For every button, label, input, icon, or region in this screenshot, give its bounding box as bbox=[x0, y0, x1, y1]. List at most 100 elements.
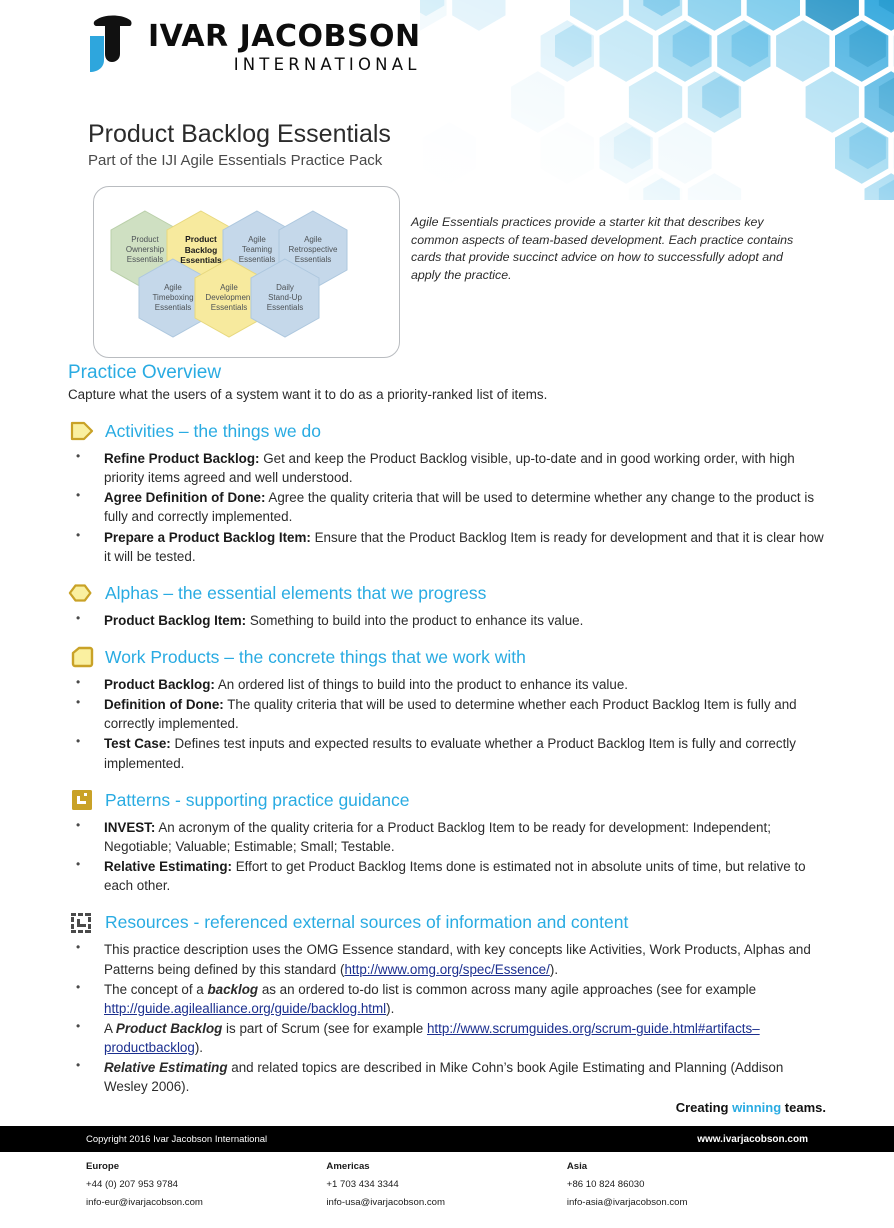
contact-region: Europe bbox=[86, 1158, 326, 1176]
section-title: Activities – the things we do bbox=[105, 423, 321, 441]
emphasis-term: backlog bbox=[207, 982, 258, 997]
company-logo: IVAR JACOBSON INTERNATIONAL bbox=[86, 14, 421, 74]
section-patterns: Patterns - supporting practice guidance I… bbox=[68, 787, 826, 896]
list-item-term: Relative Estimating: bbox=[104, 859, 232, 874]
sections-host: Activities – the things we do Refine Prod… bbox=[68, 418, 826, 896]
list-item: This practice description uses the OMG E… bbox=[68, 940, 826, 978]
list-item-term: Definition of Done: bbox=[104, 697, 224, 712]
resource-text: ). bbox=[195, 1040, 203, 1055]
tagline-post: teams. bbox=[781, 1100, 826, 1115]
list-item: Relative Estimating: Effort to get Produ… bbox=[68, 857, 826, 895]
section-resources: Resources - referenced external sources … bbox=[68, 909, 826, 1096]
section-activities: Activities – the things we do Refine Prod… bbox=[68, 418, 826, 566]
list-item-term: Prepare a Product Backlog Item: bbox=[104, 530, 311, 545]
section-header: Patterns - supporting practice guidance bbox=[68, 787, 826, 814]
list-item: Product Backlog Item: Something to build… bbox=[68, 611, 826, 630]
list-item: Product Backlog: An ordered list of thin… bbox=[68, 675, 826, 694]
section-work-products: Work Products – the concrete things that… bbox=[68, 644, 826, 773]
resource-link[interactable]: http://www.omg.org/spec/Essence/ bbox=[344, 962, 549, 977]
contact-region: Asia bbox=[567, 1158, 807, 1176]
list-item-description: Something to build into the product to e… bbox=[246, 613, 583, 628]
list-item: INVEST: An acronym of the quality criter… bbox=[68, 818, 826, 856]
list-item: Prepare a Product Backlog Item: Ensure t… bbox=[68, 528, 826, 566]
footer-contacts: Europe +44 (0) 207 953 9784 info-eur@ivarj… bbox=[0, 1158, 894, 1213]
footer-bar: Copyright 2016 Ivar Jacobson Internation… bbox=[0, 1126, 894, 1152]
section-bullet-list: Product Backlog: An ordered list of thin… bbox=[68, 675, 826, 773]
practice-hexagon-grid: Product Ownership Essentials Product Backlog… bbox=[94, 187, 399, 357]
list-item: Refine Product Backlog: Get and keep the… bbox=[68, 449, 826, 487]
contact-column-europe: Europe +44 (0) 207 953 9784 info-eur@ivarj… bbox=[86, 1158, 326, 1213]
section-header: Work Products – the concrete things that… bbox=[68, 644, 826, 671]
practice-pack-panel: Product Ownership Essentials Product Backlog… bbox=[93, 186, 400, 358]
resource-link[interactable]: http://guide.agilealliance.org/guide/bac… bbox=[104, 1001, 386, 1016]
resource-text: as an ordered to-do list is common acros… bbox=[258, 982, 756, 997]
page-header: IVAR JACOBSON INTERNATIONAL bbox=[0, 0, 894, 110]
section-bullet-list: INVEST: An acronym of the quality criter… bbox=[68, 818, 826, 896]
section-header: Resources - referenced external sources … bbox=[68, 909, 826, 936]
list-item-term: INVEST: bbox=[104, 820, 155, 835]
contact-column-americas: Americas +1 703 434 3344 info-usa@ivarjaco… bbox=[326, 1158, 566, 1213]
list-item-term: Refine Product Backlog: bbox=[104, 451, 260, 466]
contact-email[interactable]: info-eur@ivarjacobson.com bbox=[86, 1194, 326, 1212]
contact-email[interactable]: info-usa@ivarjacobson.com bbox=[326, 1194, 566, 1212]
logo-subtitle: INTERNATIONAL bbox=[148, 57, 421, 74]
practice-hexagon-label: Daily Stand-Up Essentials bbox=[248, 257, 322, 339]
section-title: Work Products – the concrete things that… bbox=[105, 649, 526, 667]
activity-pentagon-icon bbox=[68, 419, 96, 443]
section-alphas: Alphas – the essential elements that we … bbox=[68, 580, 826, 630]
section-header: Activities – the things we do bbox=[68, 418, 826, 445]
footer-copyright: Copyright 2016 Ivar Jacobson Internation… bbox=[86, 1134, 267, 1145]
section-title: Resources - referenced external sources … bbox=[105, 914, 628, 932]
section-title: Patterns - supporting practice guidance bbox=[105, 792, 409, 810]
alpha-capsule-icon bbox=[68, 581, 96, 605]
emphasis-term: Relative Estimating bbox=[104, 1060, 228, 1075]
practice-overview-block: Practice Overview Capture what the users… bbox=[68, 362, 826, 404]
emphasis-term: Product Backlog bbox=[116, 1021, 222, 1036]
list-item-description: An ordered list of things to build into … bbox=[215, 677, 628, 692]
list-item: Definition of Done: The quality criteria… bbox=[68, 695, 826, 733]
logo-mark-icon bbox=[86, 14, 138, 74]
resource-text: The concept of a bbox=[104, 982, 207, 997]
practice-pack-note: Agile Essentials practices provide a sta… bbox=[411, 214, 811, 284]
main-content: Practice Overview Capture what the users… bbox=[0, 362, 894, 1098]
page-title: Product Backlog Essentials bbox=[88, 120, 391, 149]
contact-region: Americas bbox=[326, 1158, 566, 1176]
list-item: Agree Definition of Done: Agree the qual… bbox=[68, 488, 826, 526]
title-block: Product Backlog Essentials Part of the I… bbox=[88, 120, 391, 169]
logo-name: IVAR JACOBSON bbox=[148, 22, 421, 52]
resource-text: ). bbox=[386, 1001, 394, 1016]
list-item-term: Test Case: bbox=[104, 736, 171, 751]
practice-overview-heading: Practice Overview bbox=[68, 362, 826, 385]
hexagon-decoration bbox=[420, 0, 894, 200]
section-title: Alphas – the essential elements that we … bbox=[105, 585, 486, 603]
resources-list: This practice description uses the OMG E… bbox=[68, 940, 826, 1096]
list-item-description: Defines test inputs and expected results… bbox=[104, 736, 796, 770]
page-subtitle: Part of the IJI Agile Essentials Practic… bbox=[88, 152, 391, 169]
footer-website[interactable]: www.ivarjacobson.com bbox=[697, 1134, 808, 1145]
section-header: Alphas – the essential elements that we … bbox=[68, 580, 826, 607]
list-item: Test Case: Defines test inputs and expec… bbox=[68, 734, 826, 772]
list-item-term: Product Backlog Item: bbox=[104, 613, 246, 628]
tagline-pre: Creating bbox=[676, 1100, 732, 1115]
contact-phone[interactable]: +1 703 434 3344 bbox=[326, 1176, 566, 1194]
list-item: The concept of a backlog as an ordered t… bbox=[68, 980, 826, 1018]
work-product-document-icon bbox=[68, 645, 96, 669]
list-item: A Product Backlog is part of Scrum (see … bbox=[68, 1019, 826, 1057]
contact-phone[interactable]: +86 10 824 86030 bbox=[567, 1176, 807, 1194]
resource-text: A bbox=[104, 1021, 116, 1036]
tagline-accent: winning bbox=[732, 1100, 781, 1115]
resources-dashed-square-icon bbox=[68, 911, 96, 935]
list-item-description: An acronym of the quality criteria for a… bbox=[104, 820, 771, 854]
contact-phone[interactable]: +44 (0) 207 953 9784 bbox=[86, 1176, 326, 1194]
list-item-term: Agree Definition of Done: bbox=[104, 490, 265, 505]
section-bullet-list: Product Backlog Item: Something to build… bbox=[68, 611, 826, 630]
section-bullet-list: Refine Product Backlog: Get and keep the… bbox=[68, 449, 826, 566]
contact-email[interactable]: info-asia@ivarjacobson.com bbox=[567, 1194, 807, 1212]
practice-hexagon-7[interactable]: Daily Stand-Up Essentials bbox=[248, 257, 322, 339]
resource-text: ). bbox=[550, 962, 558, 977]
list-item: Relative Estimating and related topics a… bbox=[68, 1058, 826, 1096]
resource-text: is part of Scrum (see for example bbox=[222, 1021, 427, 1036]
contact-column-asia: Asia +86 10 824 86030 info-asia@ivarjacobs… bbox=[567, 1158, 807, 1213]
pattern-square-icon bbox=[68, 788, 96, 812]
list-item-term: Product Backlog: bbox=[104, 677, 215, 692]
